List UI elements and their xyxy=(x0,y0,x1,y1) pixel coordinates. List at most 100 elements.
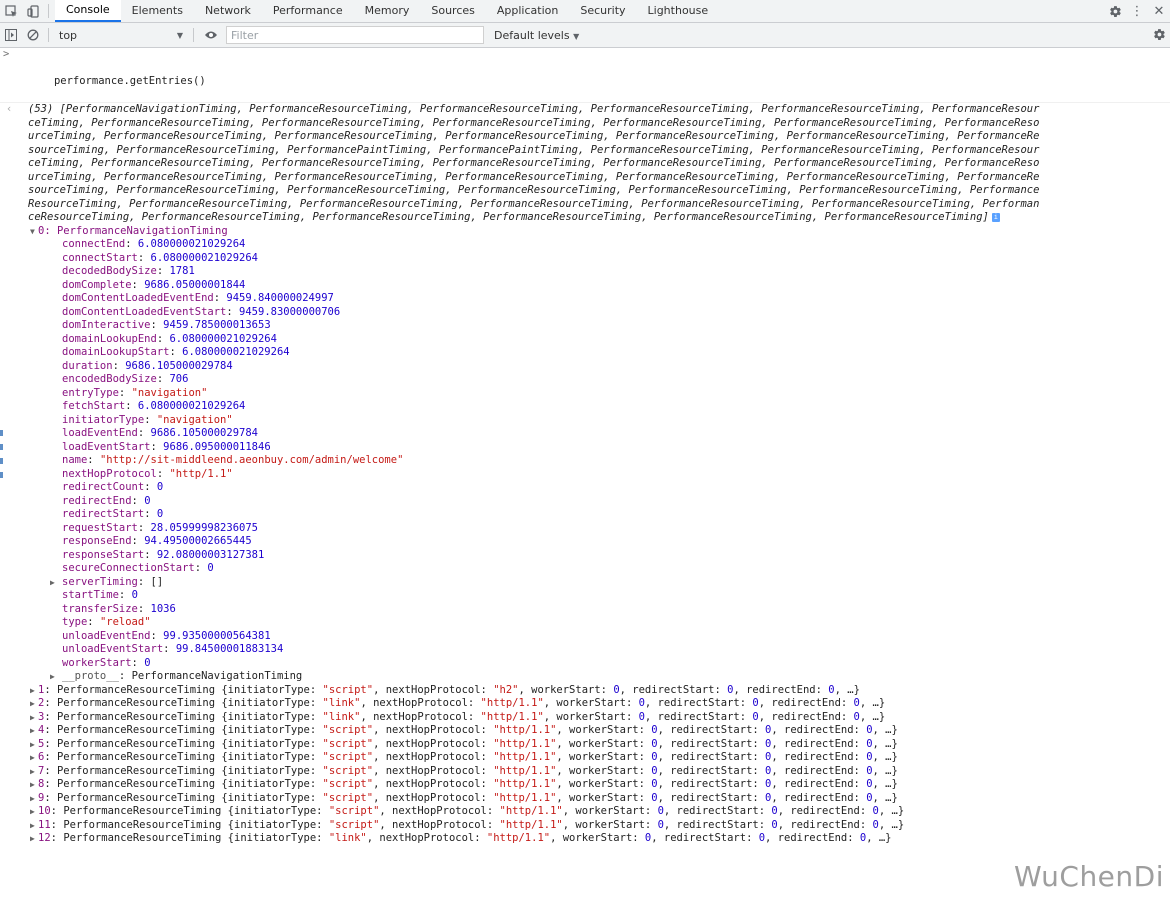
sep: , workerStart: xyxy=(556,751,652,763)
property-colon: : xyxy=(137,251,151,264)
resource-type-name: PerformanceResourceTiming xyxy=(56,751,216,763)
next-hop-protocol-value: "http/1.1" xyxy=(493,737,557,750)
resource-type-name: PerformanceResourceTiming xyxy=(56,764,216,777)
property-row: domContentLoadedEventEnd: 9459.840000024… xyxy=(28,292,1170,306)
ellipsis: …} xyxy=(891,818,905,831)
resource-entry-row[interactable]: ▶ 4: PerformanceResourceTiming {initiator… xyxy=(28,724,1170,738)
device-toolbar-icon[interactable] xyxy=(22,0,44,22)
array-summary-text: sourceTiming, PerformanceResourceTiming,… xyxy=(28,143,1040,156)
property-value: 28.05999998236075 xyxy=(150,521,258,534)
sep: , nextHopProtocol: xyxy=(373,737,494,750)
show-sidebar-icon[interactable] xyxy=(0,24,22,46)
initiator-type-value: "script" xyxy=(322,724,374,736)
resource-entry-row[interactable]: ▶ 5: PerformanceResourceTiming {initiator… xyxy=(28,738,1170,752)
property-key: domContentLoadedEventStart xyxy=(62,305,227,318)
array-summary-text: (53) [PerformanceNavigationTiming, Perfo… xyxy=(28,103,1040,115)
expand-triangle-right-icon[interactable]: ▶ xyxy=(30,751,38,765)
resource-entry-row[interactable]: ▶ 6: PerformanceResourceTiming {initiator… xyxy=(28,751,1170,765)
tab-elements[interactable]: Elements xyxy=(121,0,194,22)
property-row[interactable]: ▶ serverTiming: [] xyxy=(28,576,1170,590)
expand-triangle-right-icon[interactable]: ▶ xyxy=(30,738,38,752)
tab-security[interactable]: Security xyxy=(569,0,636,22)
result-arrow-icon: ‹ xyxy=(6,103,13,115)
next-hop-protocol-value: "http/1.1" xyxy=(493,724,557,736)
console-settings-gear-icon[interactable] xyxy=(1148,23,1170,45)
expand-triangle-right-icon[interactable]: ▶ xyxy=(30,805,38,819)
property-row[interactable]: ▶ __proto__: PerformanceNavigationTiming xyxy=(28,670,1170,684)
expand-triangle-right-icon[interactable]: ▶ xyxy=(30,832,38,846)
filter-input[interactable] xyxy=(226,26,484,44)
property-row: type: "reload" xyxy=(28,616,1170,630)
property-key: fetchStart xyxy=(62,400,126,412)
close-icon[interactable]: ✕ xyxy=(1148,0,1170,22)
resource-entry-row[interactable]: ▶ 8: PerformanceResourceTiming {initiator… xyxy=(28,778,1170,792)
context-selector[interactable]: top ▼ xyxy=(55,24,189,46)
tab-sources[interactable]: Sources xyxy=(420,0,486,22)
property-row: loadEventEnd: 9686.105000029784 xyxy=(28,427,1170,441)
tab-network[interactable]: Network xyxy=(194,0,262,22)
resource-entry-row[interactable]: ▶ 1: PerformanceResourceTiming {initiator… xyxy=(28,684,1170,698)
array-summary-text: ceTiming, PerformanceResourceTiming, Per… xyxy=(28,116,1040,129)
tab-console[interactable]: Console xyxy=(55,0,121,22)
expand-triangle-right-icon[interactable]: ▶ xyxy=(50,670,62,684)
resource-entry-row[interactable]: ▶ 2: PerformanceResourceTiming {initiator… xyxy=(28,697,1170,711)
array-summary-line: ResourceTiming, PerformanceResourceTimin… xyxy=(28,198,1153,212)
property-colon: : xyxy=(150,319,164,331)
sep: , xyxy=(866,832,879,844)
property-colon: : xyxy=(137,521,151,534)
sep: , workerStart: xyxy=(543,710,639,723)
array-summary-line: ceTiming, PerformanceResourceTiming, Per… xyxy=(28,117,1153,131)
expand-triangle-right-icon[interactable]: ▶ xyxy=(30,819,38,833)
live-expression-eye-icon[interactable] xyxy=(200,24,222,46)
initiator-type-value: "link" xyxy=(328,832,367,844)
property-key: secureConnectionStart xyxy=(62,562,195,574)
resource-entry-row[interactable]: ▶ 10: PerformanceResourceTiming {initiato… xyxy=(28,805,1170,819)
expand-triangle-right-icon[interactable]: ▶ xyxy=(30,697,38,711)
inspect-element-icon[interactable] xyxy=(0,0,22,22)
resource-entry-row[interactable]: ▶ 11: PerformanceResourceTiming {initiato… xyxy=(28,819,1170,833)
brace: {initiatorType: xyxy=(215,710,323,723)
tab-application[interactable]: Application xyxy=(486,0,569,22)
property-value: 0 xyxy=(144,494,151,507)
clear-console-icon[interactable] xyxy=(22,24,44,46)
expand-triangle-down-icon[interactable]: ▼ xyxy=(30,225,38,239)
expand-triangle-right-icon[interactable]: ▶ xyxy=(50,576,62,590)
resource-entry-row[interactable]: ▶ 9: PerformanceResourceTiming {initiator… xyxy=(28,792,1170,806)
property-value: 6.080000021029264 xyxy=(137,400,246,412)
array-summary[interactable]: (53) [PerformanceNavigationTiming, Perfo… xyxy=(28,103,1170,225)
expand-triangle-right-icon[interactable]: ▶ xyxy=(30,765,38,779)
tab-lighthouse[interactable]: Lighthouse xyxy=(637,0,720,22)
log-levels-dropdown[interactable]: Default levels ▼ xyxy=(494,29,579,42)
expand-triangle-right-icon[interactable]: ▶ xyxy=(30,792,38,806)
property-colon: : xyxy=(156,265,170,277)
resource-entry-row[interactable]: ▶ 12: PerformanceResourceTiming {initiato… xyxy=(28,832,1170,846)
colon: : xyxy=(44,697,57,709)
expand-triangle-right-icon[interactable]: ▶ xyxy=(30,778,38,792)
expand-triangle-right-icon[interactable]: ▶ xyxy=(30,684,38,698)
brace: {initiatorType: xyxy=(215,778,323,790)
console-output[interactable]: > performance.getEntries() ‹ (53) [Perfo… xyxy=(0,48,1170,899)
colon: : xyxy=(50,818,64,831)
colon: : xyxy=(44,737,57,750)
resource-type-name: PerformanceResourceTiming xyxy=(56,683,216,696)
left-edge-marks xyxy=(0,430,4,486)
array-summary-text: urceTiming, PerformanceResourceTiming, P… xyxy=(28,170,1040,183)
tab-performance[interactable]: Performance xyxy=(262,0,354,22)
resource-type-name: PerformanceResourceTiming xyxy=(56,710,216,723)
tab-memory[interactable]: Memory xyxy=(354,0,421,22)
brace: {initiatorType: xyxy=(215,683,323,696)
settings-gear-icon[interactable] xyxy=(1104,0,1126,22)
more-options-icon[interactable]: ⋮ xyxy=(1126,0,1148,22)
property-value: 1036 xyxy=(150,602,176,615)
property-colon: : xyxy=(213,292,227,304)
entry-0-header[interactable]: ▼ 0: PerformanceNavigationTiming xyxy=(28,225,1170,239)
expand-triangle-right-icon[interactable]: ▶ xyxy=(30,724,38,738)
resource-entry-row[interactable]: ▶ 3: PerformanceResourceTiming {initiator… xyxy=(28,711,1170,725)
resource-entry-row[interactable]: ▶ 7: PerformanceResourceTiming {initiator… xyxy=(28,765,1170,779)
sep: , xyxy=(872,778,886,790)
sep: , redirectEnd: xyxy=(758,710,854,723)
info-icon[interactable]: i xyxy=(991,212,1000,222)
property-value: 706 xyxy=(169,373,189,385)
expand-triangle-right-icon[interactable]: ▶ xyxy=(30,711,38,725)
console-result: ‹ (53) [PerformanceNavigationTiming, Per… xyxy=(0,103,1170,846)
